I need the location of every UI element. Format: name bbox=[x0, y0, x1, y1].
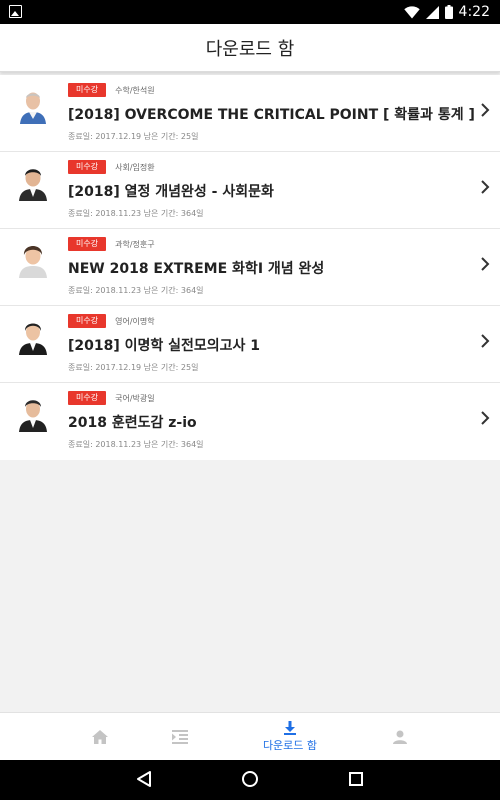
tab-downloads-label: 다운로드 함 bbox=[262, 739, 318, 752]
home-circle-icon[interactable] bbox=[241, 770, 259, 788]
instructor-avatar bbox=[14, 394, 52, 432]
list-item[interactable]: 미수강 수학/한석원 [2018] OVERCOME THE CRITICAL … bbox=[0, 75, 500, 152]
course-title: [2018] 열정 개념완성 - 사회문화 bbox=[68, 184, 274, 200]
course-period: 종료일: 2018.11.23 남은 기간: 364일 bbox=[68, 286, 204, 295]
recents-icon[interactable] bbox=[348, 770, 364, 788]
not-watched-badge: 미수강 bbox=[68, 391, 107, 405]
tab-home[interactable] bbox=[82, 713, 118, 761]
subject-teacher: 영어/이명학 bbox=[115, 316, 155, 326]
item-meta: 미수강 국어/박광일 bbox=[68, 391, 155, 405]
course-period: 종료일: 2018.11.23 남은 기간: 364일 bbox=[68, 209, 204, 218]
item-meta: 미수강 영어/이명학 bbox=[68, 314, 155, 328]
subject-teacher: 수학/한석원 bbox=[115, 85, 155, 95]
not-watched-badge: 미수강 bbox=[68, 83, 107, 97]
chevron-right-icon[interactable] bbox=[478, 177, 492, 197]
chevron-right-icon[interactable] bbox=[478, 408, 492, 428]
tab-lecture-list[interactable] bbox=[162, 713, 198, 761]
gallery-notification-icon bbox=[9, 5, 22, 18]
chevron-right-icon[interactable] bbox=[478, 100, 492, 120]
not-watched-badge: 미수강 bbox=[68, 314, 107, 328]
instructor-avatar bbox=[14, 86, 52, 124]
instructor-avatar bbox=[14, 317, 52, 355]
course-title: 2018 훈련도감 z-io bbox=[68, 415, 197, 431]
app-header: 다운로드 함 bbox=[0, 24, 500, 72]
bottom-tab-bar: 다운로드 함 bbox=[0, 712, 500, 760]
system-nav-bar bbox=[0, 760, 500, 800]
back-icon[interactable] bbox=[136, 770, 152, 788]
course-period: 종료일: 2017.12.19 남은 기간: 25일 bbox=[68, 363, 199, 372]
subject-teacher: 과학/정훈구 bbox=[115, 239, 155, 249]
chevron-right-icon[interactable] bbox=[478, 254, 492, 274]
course-period: 종료일: 2017.12.19 남은 기간: 25일 bbox=[68, 132, 199, 141]
tab-downloads[interactable]: 다운로드 함 bbox=[250, 713, 330, 761]
download-icon bbox=[284, 721, 296, 735]
page-title: 다운로드 함 bbox=[205, 38, 295, 60]
course-title: [2018] OVERCOME THE CRITICAL POINT [ 확률과… bbox=[68, 107, 475, 123]
chevron-right-icon[interactable] bbox=[478, 331, 492, 351]
instructor-avatar bbox=[14, 240, 52, 278]
status-bar: 4:22 bbox=[0, 0, 500, 24]
not-watched-badge: 미수강 bbox=[68, 160, 107, 174]
course-title: NEW 2018 EXTREME 화학I 개념 완성 bbox=[68, 261, 325, 277]
list-item[interactable]: 미수강 영어/이명학 [2018] 이명학 실전모의고사 1 종료일: 2017… bbox=[0, 306, 500, 383]
profile-icon bbox=[393, 730, 407, 744]
not-watched-badge: 미수강 bbox=[68, 237, 107, 251]
item-meta: 미수강 과학/정훈구 bbox=[68, 237, 155, 251]
home-icon bbox=[92, 730, 108, 744]
subject-teacher: 사회/임정환 bbox=[115, 162, 155, 172]
course-title: [2018] 이명학 실전모의고사 1 bbox=[68, 338, 261, 354]
item-meta: 미수강 사회/임정환 bbox=[68, 160, 155, 174]
item-meta: 미수강 수학/한석원 bbox=[68, 83, 155, 97]
status-time: 4:22 bbox=[458, 4, 490, 20]
subject-teacher: 국어/박광일 bbox=[115, 393, 155, 403]
list-item[interactable]: 미수강 사회/임정환 [2018] 열정 개념완성 - 사회문화 종료일: 20… bbox=[0, 152, 500, 229]
status-icons: 4:22 bbox=[403, 0, 490, 24]
list-item[interactable]: 미수강 과학/정훈구 NEW 2018 EXTREME 화학I 개념 완성 종료… bbox=[0, 229, 500, 306]
download-list: 미수강 수학/한석원 [2018] OVERCOME THE CRITICAL … bbox=[0, 75, 500, 460]
wifi-icon bbox=[403, 5, 420, 18]
tab-profile[interactable] bbox=[382, 713, 418, 761]
course-period: 종료일: 2018.11.23 남은 기간: 364일 bbox=[68, 440, 204, 449]
lecture-list-icon bbox=[172, 730, 188, 744]
list-item[interactable]: 미수강 국어/박광일 2018 훈련도감 z-io 종료일: 2018.11.2… bbox=[0, 383, 500, 460]
signal-icon bbox=[425, 5, 439, 19]
instructor-avatar bbox=[14, 163, 52, 201]
battery-icon bbox=[444, 5, 453, 19]
